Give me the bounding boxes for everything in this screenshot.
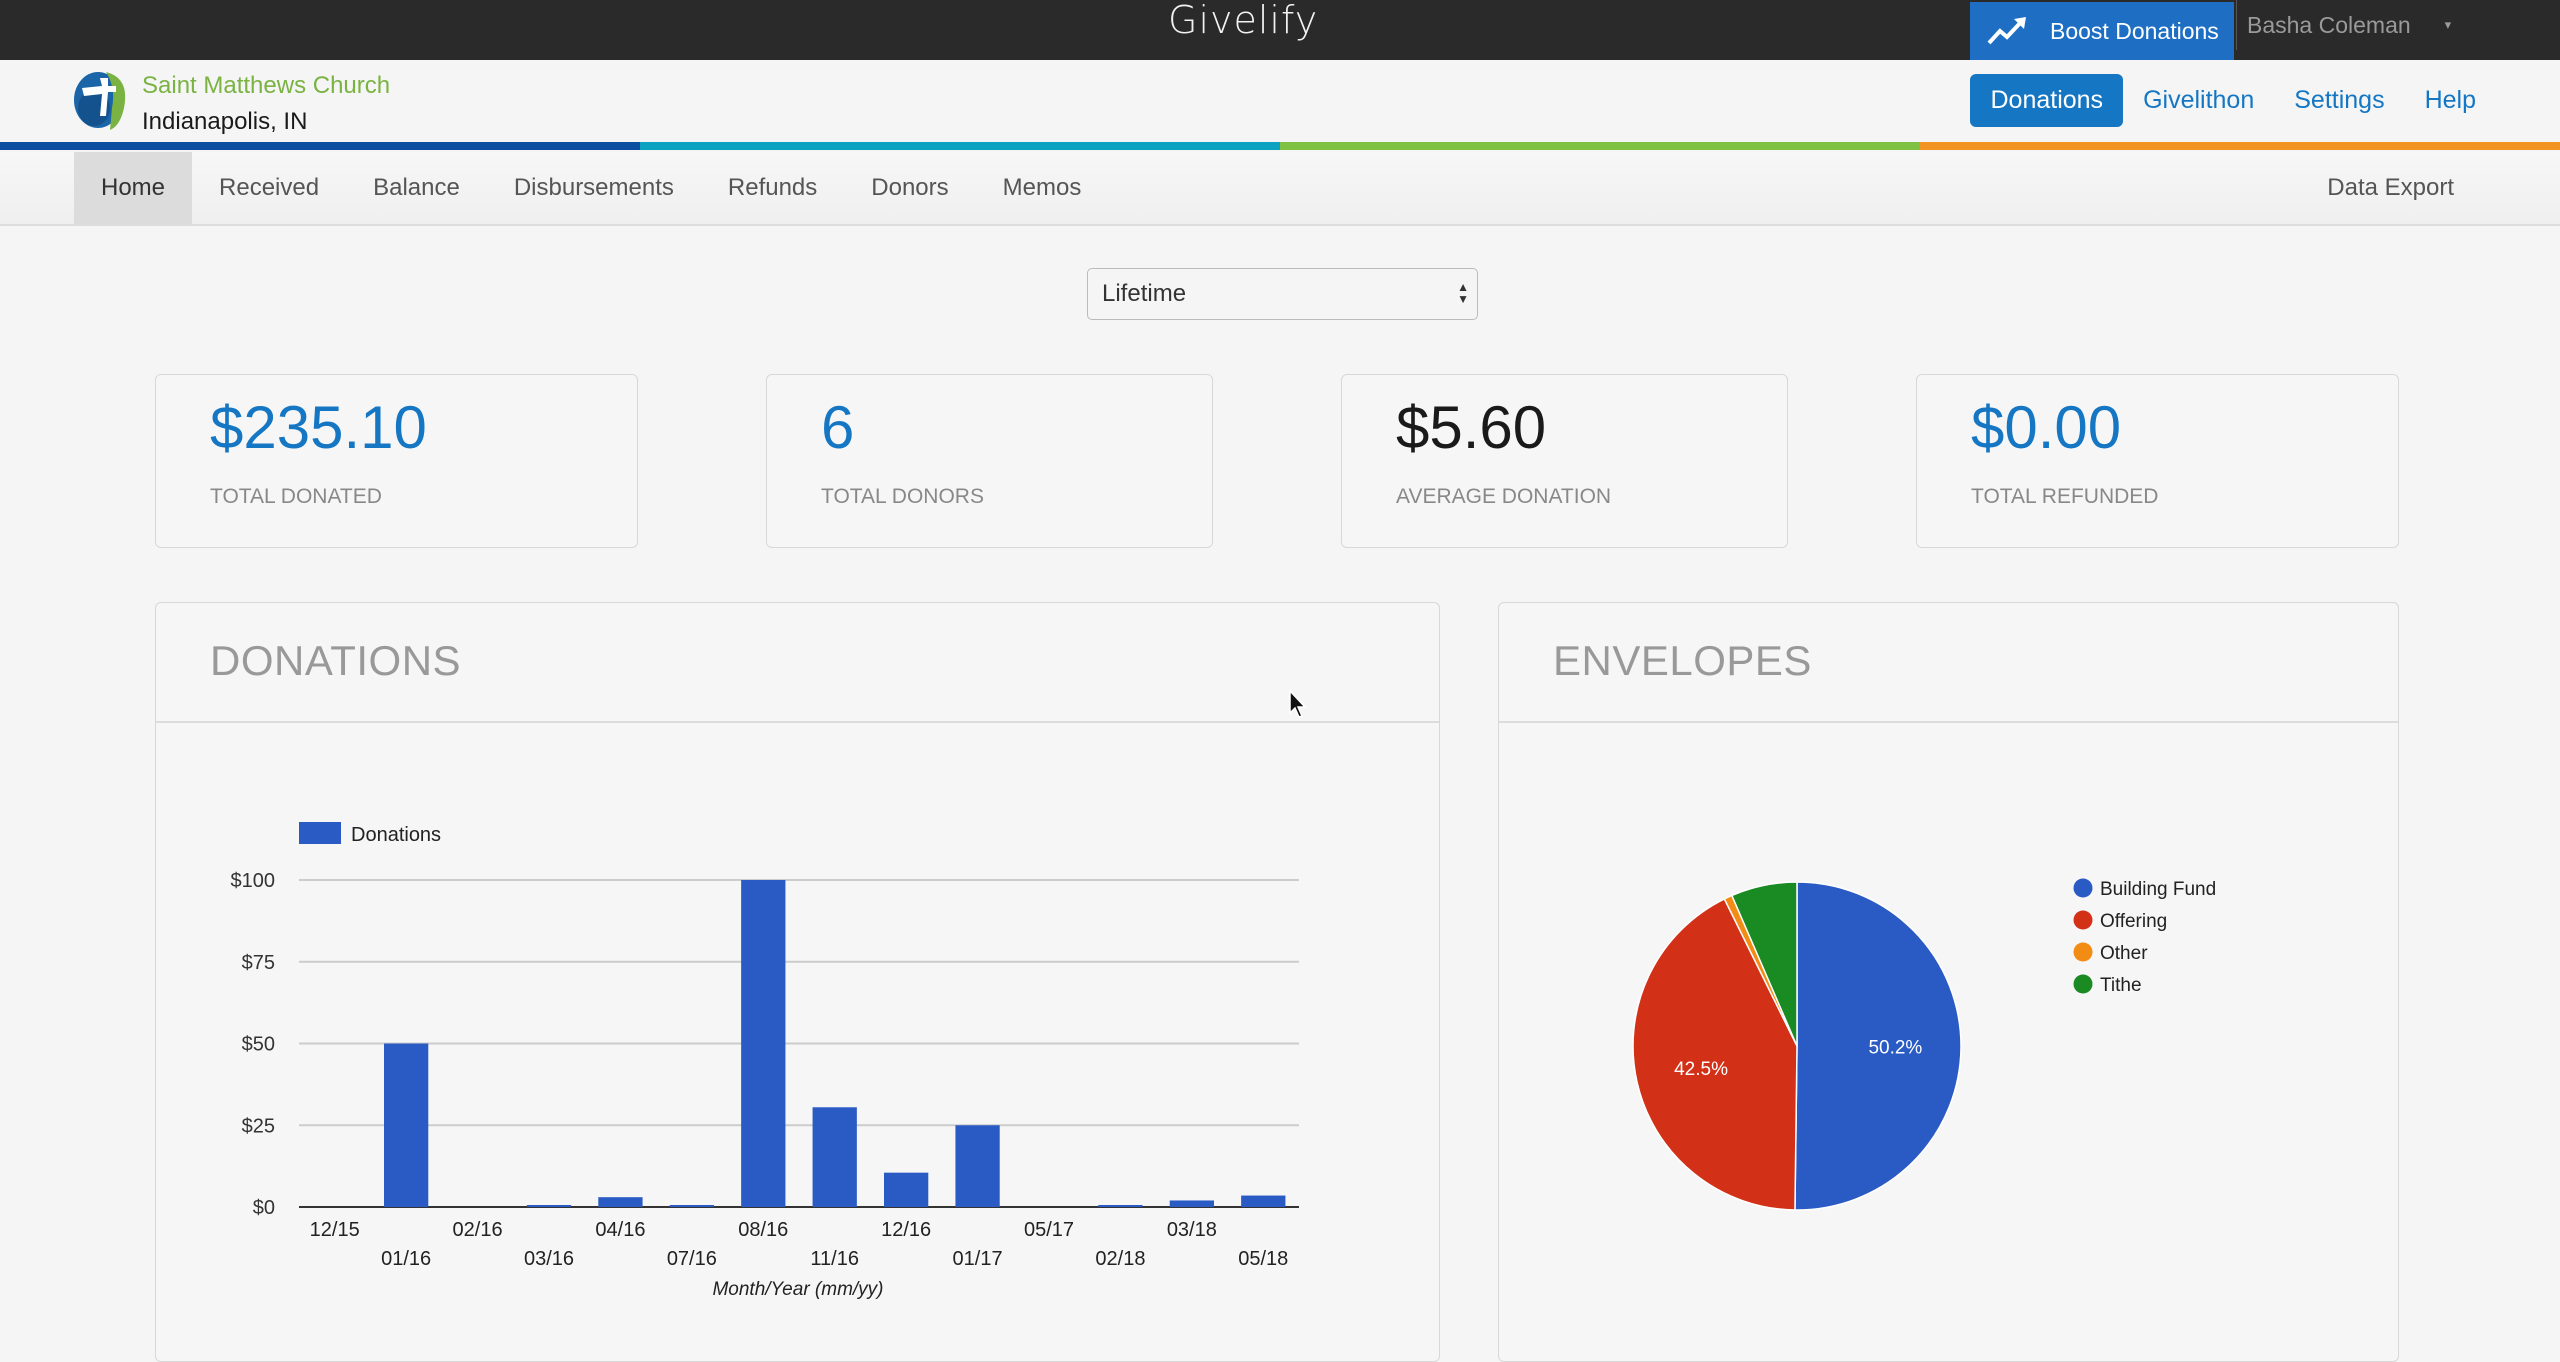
strip-segment-blue: [0, 142, 640, 150]
y-tick-label: $0: [253, 1197, 275, 1219]
stat-value: $235.10: [210, 394, 427, 461]
boost-donations-label: Boost Donations: [2050, 17, 2219, 44]
donations-bar-chart: Donations $0 $25 $50 $75 $100 12/15 01/16 02/1…: [231, 822, 1299, 1300]
org-name: Saint Matthews Church: [142, 72, 391, 99]
legend-label: Tithe: [2100, 975, 2142, 996]
tab-received[interactable]: Received: [192, 152, 346, 224]
strip-segment-green: [1280, 142, 1920, 150]
bar-01-16[interactable]: [384, 1043, 429, 1208]
stat-card-total-donated: $235.10 TOTAL DONATED: [155, 374, 638, 548]
x-tick-label: 03/16: [524, 1248, 574, 1270]
y-tick-label: $75: [242, 952, 275, 974]
mouse-cursor-icon: [1289, 689, 1307, 718]
tab-balance[interactable]: Balance: [346, 152, 487, 224]
bar-05-18[interactable]: [1241, 1195, 1286, 1207]
x-tick-label: 01/17: [953, 1248, 1003, 1270]
org-city: Indianapolis, IN: [142, 108, 308, 135]
stat-label: AVERAGE DONATION: [1396, 485, 1612, 508]
x-tick-label: 05/17: [1024, 1219, 1074, 1241]
nav-settings[interactable]: Settings: [2274, 74, 2404, 127]
x-tick-label: 03/18: [1167, 1219, 1217, 1241]
y-tick-label: $25: [242, 1115, 275, 1137]
tab-disbursements[interactable]: Disbursements: [487, 152, 701, 224]
stat-card-total-refunded: $0.00 TOTAL REFUNDED: [1916, 374, 2399, 548]
pie-slice-label: 42.5%: [1674, 1059, 1728, 1080]
envelopes-pie-chart: 50.2% 42.5% Building Fund Offering Other Tit…: [1632, 878, 2216, 1211]
pie-slice-label: 50.2%: [1868, 1038, 1922, 1059]
caret-down-icon: ▾: [2444, 17, 2452, 32]
legend-label: Offering: [2100, 911, 2167, 932]
x-tick-label: 08/16: [738, 1219, 788, 1241]
tab-home[interactable]: Home: [74, 152, 193, 224]
stat-value: $0.00: [1971, 394, 2122, 461]
tab-refunds[interactable]: Refunds: [701, 152, 844, 224]
main-nav: Donations Givelithon Settings Help: [1970, 74, 2496, 127]
x-axis-label: Month/Year (mm/yy): [712, 1279, 883, 1300]
y-tick-label: $100: [231, 870, 276, 892]
stat-value: $5.60: [1396, 394, 1547, 461]
legend-swatch: [299, 822, 341, 844]
user-menu[interactable]: Basha Coleman ▾: [2236, 0, 2451, 50]
bar-04-16[interactable]: [598, 1197, 643, 1207]
panel-title: ENVELOPES: [1553, 637, 1812, 684]
color-strip: [0, 142, 2560, 150]
nav-givelithon[interactable]: Givelithon: [2123, 74, 2274, 127]
stat-label: TOTAL DONATED: [210, 485, 382, 508]
legend-label: Building Fund: [2100, 879, 2216, 900]
strip-segment-teal: [640, 142, 1280, 150]
strip-segment-orange: [1920, 142, 2560, 150]
bar-12-16[interactable]: [884, 1172, 929, 1207]
x-tick-label: 12/15: [310, 1219, 360, 1241]
tab-donors[interactable]: Donors: [844, 152, 975, 224]
stat-card-total-donors: 6 TOTAL DONORS: [766, 374, 1213, 548]
x-tick-label: 12/16: [881, 1219, 931, 1241]
x-tick-label: 07/16: [667, 1248, 717, 1270]
data-export-link[interactable]: Data Export: [2327, 152, 2454, 224]
bar-07-16[interactable]: [669, 1205, 714, 1207]
legend-dot: [2073, 942, 2093, 962]
stat-label: TOTAL REFUNDED: [1971, 485, 2159, 508]
x-tick-label: 02/16: [453, 1219, 503, 1241]
trending-up-icon: [1987, 17, 2026, 45]
date-range-value: Lifetime: [1102, 280, 1187, 307]
legend-dot: [2073, 878, 2093, 898]
bar-03-16[interactable]: [526, 1205, 572, 1207]
nav-donations[interactable]: Donations: [1970, 74, 2124, 127]
givelify-logo[interactable]: Givelify: [1168, 0, 1318, 44]
tab-memos[interactable]: Memos: [976, 152, 1109, 224]
church-logo: [74, 72, 126, 130]
stat-card-average-donation: $5.60 AVERAGE DONATION: [1341, 374, 1788, 548]
bar-03-18[interactable]: [1169, 1200, 1214, 1207]
legend-dot: [2073, 910, 2093, 930]
nav-help[interactable]: Help: [2405, 74, 2496, 127]
sub-nav: Home Received Balance Disbursements Refu…: [0, 152, 2560, 226]
boost-donations-button[interactable]: Boost Donations: [1970, 2, 2234, 60]
top-bar: Givelify Boost Donations Basha Coleman ▾: [0, 0, 2560, 60]
legend-label: Donations: [351, 824, 441, 846]
user-name: Basha Coleman: [2247, 11, 2411, 38]
x-tick-label: 01/16: [381, 1248, 431, 1270]
panel-title: DONATIONS: [210, 637, 462, 684]
bar-02-18[interactable]: [1098, 1205, 1143, 1207]
select-arrows-icon: ▲ ▼: [1457, 280, 1469, 306]
y-tick-label: $50: [242, 1034, 275, 1056]
chart-legend: Donations: [299, 822, 441, 846]
org-header: Saint Matthews Church Indianapolis, IN D…: [0, 60, 2560, 142]
x-tick-label: 05/18: [1238, 1248, 1288, 1270]
legend-label: Other: [2100, 943, 2148, 964]
legend-dot: [2073, 974, 2093, 994]
x-tick-label: 11/16: [810, 1248, 859, 1270]
bar-11-16[interactable]: [812, 1107, 857, 1207]
x-tick-label: 04/16: [595, 1219, 645, 1241]
stat-label: TOTAL DONORS: [821, 485, 984, 508]
stat-value: 6: [821, 394, 855, 461]
bar-01-17[interactable]: [955, 1125, 1000, 1207]
date-range-select[interactable]: Lifetime ▲ ▼: [1087, 268, 1478, 320]
x-tick-label: 02/18: [1095, 1248, 1145, 1270]
bar-08-16[interactable]: [741, 880, 786, 1207]
